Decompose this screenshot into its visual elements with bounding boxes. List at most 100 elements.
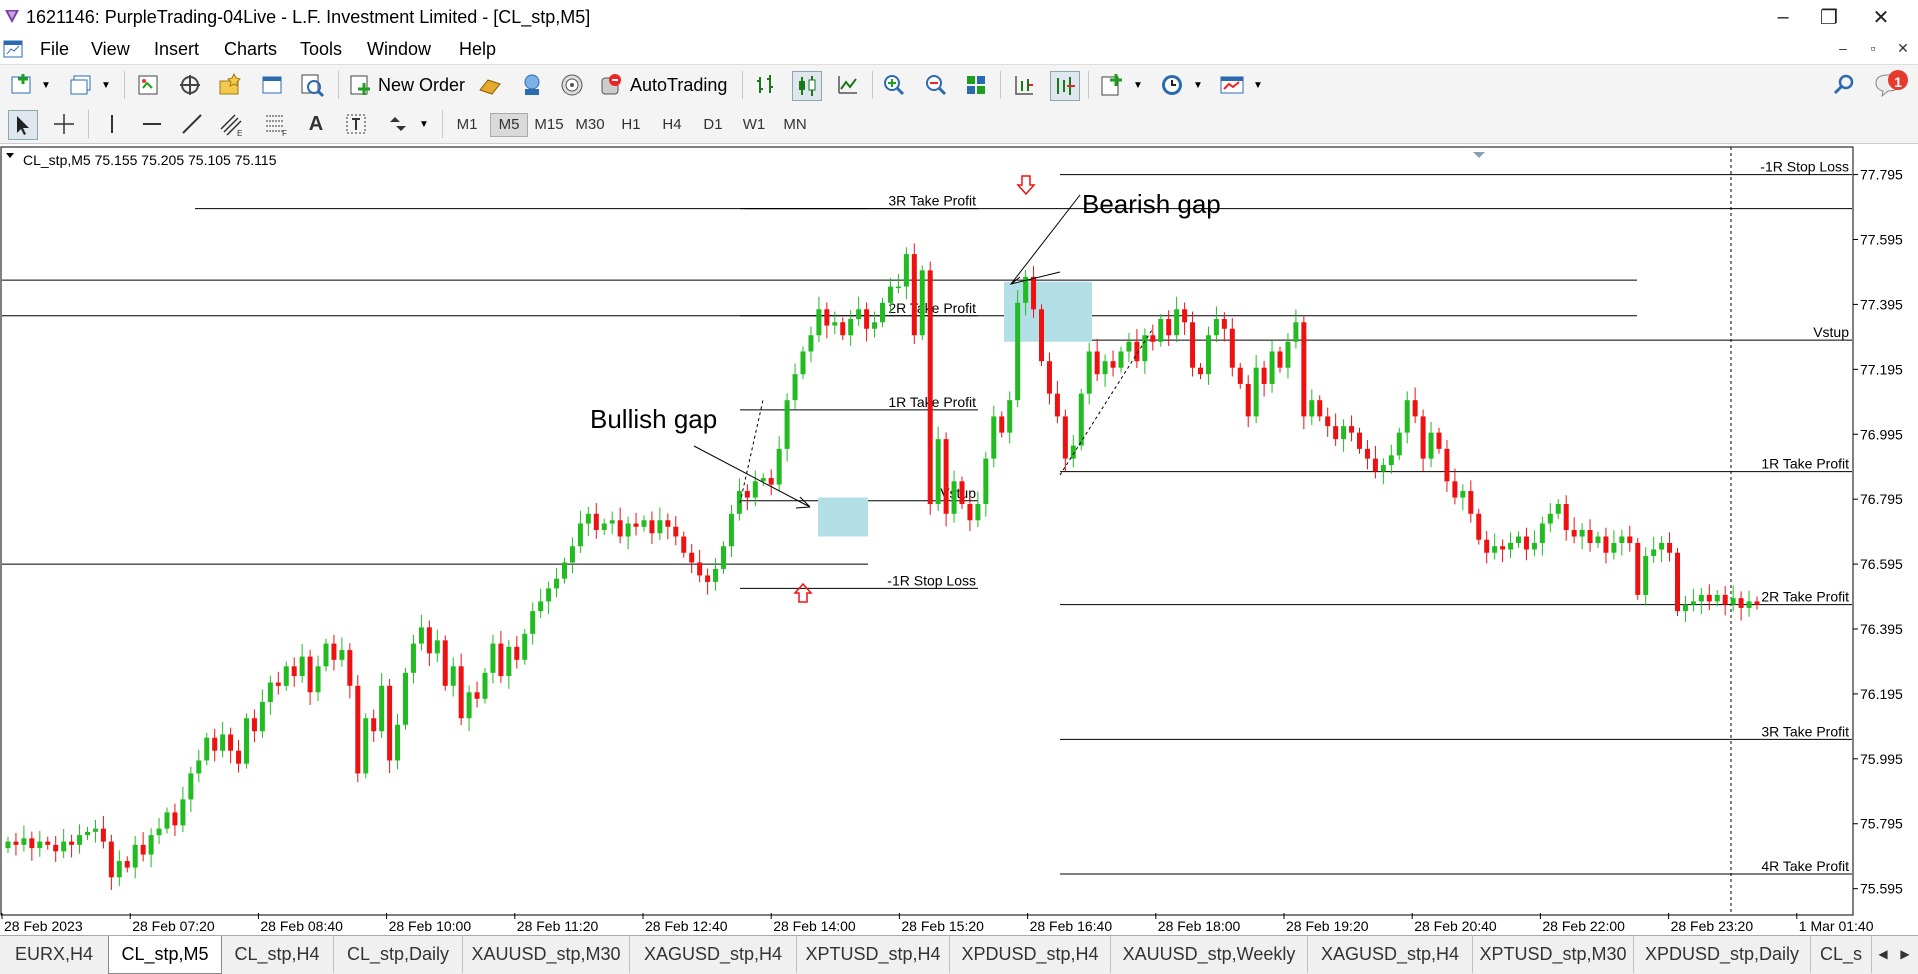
chevron-down-icon[interactable]: ▼ — [418, 116, 430, 132]
candle-bullish — [887, 286, 893, 303]
indicators-icon[interactable] — [1098, 71, 1126, 99]
terminal-icon[interactable] — [258, 71, 286, 99]
candle-bullish — [1690, 601, 1696, 605]
timeframe-m15[interactable]: M15 — [531, 114, 567, 136]
tab-cl-stp-daily[interactable]: CL_stp,Daily — [334, 936, 463, 973]
minimize-button[interactable]: – — [1760, 2, 1806, 32]
strategy-tester-icon[interactable] — [298, 71, 326, 99]
trading-signals-icon[interactable] — [518, 71, 546, 99]
templates-icon[interactable] — [1218, 71, 1246, 99]
trendline-icon[interactable] — [178, 110, 206, 138]
timeframe-h1[interactable]: H1 — [613, 114, 649, 136]
candle-bearish — [307, 656, 313, 693]
time-tick-label: 28 Feb 16:40 — [1030, 918, 1113, 934]
candle-bullish — [315, 666, 321, 693]
menu-charts[interactable]: Charts — [224, 39, 277, 60]
candle-bullish — [85, 831, 90, 836]
autotrading-button[interactable]: AutoTrading — [598, 70, 734, 100]
cursor-arrow-icon[interactable] — [8, 110, 38, 140]
tab-xagusd-stp-h4[interactable]: XAGUSD_stp,H4 — [630, 936, 797, 973]
tab-xptusd-stp-m30[interactable]: XPTUSD_stp,M30 — [1473, 936, 1634, 973]
menu-window[interactable]: Window — [367, 39, 431, 60]
menu-file[interactable]: File — [40, 39, 69, 60]
tab-xagusd-stp-h4-2[interactable]: XAGUSD_stp,H4 — [1308, 936, 1473, 973]
zoom-in-icon[interactable] — [880, 71, 908, 99]
mdi-close-button[interactable]: ✕ — [1892, 40, 1914, 60]
text-label-icon[interactable]: A — [302, 110, 330, 138]
tab-scroll-right-icon[interactable]: ▶ — [1894, 936, 1916, 973]
timeframe-m5[interactable]: M5 — [490, 113, 528, 137]
zoom-out-icon[interactable] — [922, 71, 950, 99]
candle-bearish — [840, 322, 846, 336]
tab-xauusd-stp-m30[interactable]: XAUUSD_stp,M30 — [463, 936, 630, 973]
symbol-dropdown-icon[interactable] — [6, 153, 14, 158]
timeframe-w1[interactable]: W1 — [736, 114, 772, 136]
chart-window[interactable]: CL_stp,M5 75.155 75.205 75.105 75.115 -1… — [0, 145, 1918, 935]
candle-bullish — [1102, 361, 1108, 375]
candlestick-chart-icon[interactable] — [792, 71, 822, 101]
tab-xptusd-stp-h4[interactable]: XPTUSD_stp,H4 — [797, 936, 950, 973]
tab-cl-stp-m5[interactable]: CL_stp,M5 — [108, 936, 222, 974]
chevron-down-icon[interactable]: ▼ — [1252, 77, 1264, 93]
menu-insert[interactable]: Insert — [154, 39, 199, 60]
chart-shift-icon[interactable] — [1010, 71, 1038, 99]
time-tick-label: 28 Feb 10:00 — [389, 918, 472, 934]
new-chart-icon[interactable] — [8, 71, 36, 99]
price-axis: 77.795 77.595 77.395 77.195 76.995 76.795 76.5… — [1853, 167, 1903, 897]
market-watch-icon[interactable] — [134, 71, 162, 99]
horizontal-line-icon[interactable] — [138, 110, 166, 138]
window-title: 1621146: PurpleTrading-04Live - L.F. Inv… — [26, 7, 591, 27]
mdi-minimize-button[interactable]: – — [1832, 40, 1854, 60]
crosshair-navigator-icon[interactable] — [176, 71, 204, 99]
chevron-down-icon[interactable]: ▼ — [100, 77, 112, 93]
candle-bullish — [466, 692, 472, 719]
tab-eurx-h4[interactable]: EURX,H4 — [0, 936, 109, 973]
tab-xauusd-stp-weekly[interactable]: XAUUSD_stp,Weekly — [1111, 936, 1308, 973]
chart-window-icon[interactable] — [2, 38, 24, 60]
line-chart-icon[interactable] — [834, 71, 862, 99]
profiles-icon[interactable] — [68, 71, 96, 99]
tab-xpdusd-stp-h4[interactable]: XPDUSD_stp,H4 — [950, 936, 1111, 973]
price-chart[interactable]: CL_stp,M5 75.155 75.205 75.105 75.115 -1… — [0, 145, 1918, 935]
candle-bearish — [1182, 309, 1188, 323]
timeframe-mn[interactable]: MN — [777, 114, 813, 136]
chart-shift-marker-icon[interactable] — [1473, 152, 1485, 158]
candle-bearish — [864, 309, 870, 329]
tab-xpdusd-stp-daily[interactable]: XPDUSD_stp,Daily — [1634, 936, 1811, 973]
equidistant-channel-icon[interactable]: E — [218, 110, 246, 138]
text-box-icon[interactable] — [342, 110, 370, 138]
arrows-shapes-icon[interactable] — [384, 110, 412, 138]
timeframe-m1[interactable]: M1 — [449, 114, 485, 136]
tab-cl-s-truncated[interactable]: CL_s — [1811, 936, 1872, 973]
bar-chart-icon[interactable] — [752, 71, 780, 99]
candle-bullish — [728, 513, 734, 547]
market-signal-icon[interactable] — [558, 71, 586, 99]
chevron-down-icon[interactable]: ▼ — [1132, 77, 1144, 93]
timeframe-h4[interactable]: H4 — [654, 114, 690, 136]
candle-bullish — [641, 520, 647, 527]
periods-clock-icon[interactable] — [1158, 71, 1186, 99]
tile-windows-icon[interactable] — [962, 71, 990, 99]
fibonacci-retracement-icon[interactable]: F — [262, 110, 290, 138]
crosshair-icon[interactable] — [50, 110, 78, 138]
maximize-button[interactable]: ❐ — [1806, 2, 1852, 32]
candle-bearish — [1349, 426, 1355, 433]
close-button[interactable]: ✕ — [1858, 2, 1904, 32]
time-tick-label: 28 Feb 08:40 — [260, 918, 343, 934]
search-icon[interactable] — [1830, 71, 1858, 99]
tab-cl-stp-h4[interactable]: CL_stp,H4 — [221, 936, 334, 973]
menu-tools[interactable]: Tools — [300, 39, 342, 60]
chevron-down-icon[interactable]: ▼ — [40, 77, 52, 93]
tab-scroll-left-icon[interactable]: ◀ — [1872, 936, 1894, 973]
timeframe-m30[interactable]: M30 — [572, 114, 608, 136]
auto-scroll-icon[interactable] — [1050, 71, 1080, 101]
mdi-restore-button[interactable]: ▫ — [1862, 40, 1884, 60]
navigator-star-icon[interactable] — [216, 71, 244, 99]
gold-bars-icon[interactable] — [476, 71, 504, 99]
menu-help[interactable]: Help — [459, 39, 496, 60]
notifications-icon[interactable]: 1 — [1868, 69, 1912, 101]
menu-view[interactable]: View — [91, 39, 130, 60]
vertical-line-icon[interactable] — [98, 110, 126, 138]
chevron-down-icon[interactable]: ▼ — [1192, 77, 1204, 93]
timeframe-d1[interactable]: D1 — [695, 114, 731, 136]
